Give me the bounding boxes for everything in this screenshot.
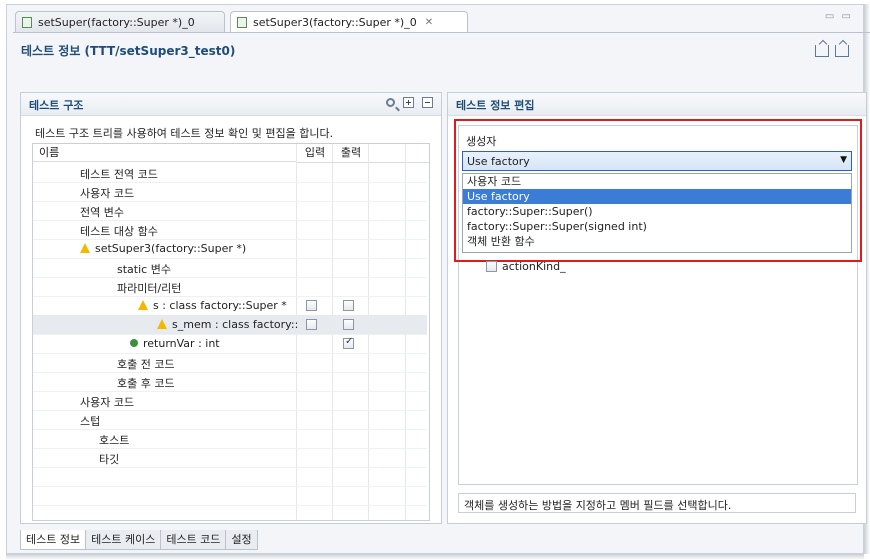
member-field-checkbox[interactable] [486,261,497,272]
tree-row[interactable]: 호출 전 코드 [33,353,427,373]
dropdown-option[interactable]: 사용자 코드 [463,174,851,189]
tab-test-code[interactable]: 테스트 코드 [160,530,227,550]
return-value-icon [130,339,138,347]
file-icon [22,17,32,28]
test-structure-tree: 이름 입력 출력 테스트 전역 코드 사용자 코드 전역 변수 테스트 대상 함… [32,143,430,521]
column-header-output[interactable]: 출력 [333,144,369,163]
tab-divider [13,32,870,33]
tree-item-label: static 변수 [117,263,171,276]
input-checkbox[interactable] [306,319,317,330]
tree-row [33,486,427,506]
editor-tab-setsuper3[interactable]: setSuper3(factory::Super *)_0 ✕ [230,11,468,33]
tree-item-label: 호스트 [99,434,130,447]
tab-label: setSuper(factory::Super *)_0 [38,16,195,29]
window-shadow-bottom [6,554,864,560]
tree-row[interactable]: s : class factory::Super * [33,296,427,316]
output-checkbox[interactable] [343,300,354,311]
tree-item-label: 테스트 대상 함수 [80,225,158,238]
tree-item: s_mem : class factory:: [157,318,298,331]
close-icon[interactable]: ✕ [425,17,433,28]
tree-row[interactable]: 전역 변수 [33,201,427,221]
tree-item: s : class factory::Super * [138,299,287,312]
tree-item-label: 스텁 [80,415,101,428]
dropdown-option[interactable]: 객체 반환 함수 [463,234,851,249]
dropdown-option-selected[interactable]: Use factory [463,189,851,204]
tree-row[interactable]: 사용자 코드 [33,391,427,411]
column-header-name[interactable]: 이름 [33,144,297,162]
tree-item-label: 전역 변수 [80,206,124,219]
tab-label: setSuper3(factory::Super *)_0 [253,16,417,29]
dropdown-option[interactable]: factory::Super::Super() [463,204,851,219]
collapse-all-icon[interactable] [422,97,433,108]
select-value: Use factory [467,155,530,168]
tree-row [33,467,427,487]
export-icon[interactable] [815,45,829,57]
tree-item-label: 파라미터/리턴 [117,282,182,295]
page-title: 테스트 정보 (TTT/setSuper3_test0) [21,44,236,58]
tree-row[interactable]: returnVar : int [33,334,427,354]
panel-header: 테스트 정보 편집 [448,93,866,116]
generator-label: 생성자 [466,135,497,148]
tree-item-label: 호출 후 코드 [117,377,175,390]
dropdown-option[interactable]: factory::Super::Super(signed int) [463,219,851,234]
member-field-item[interactable]: actionKind_ [486,260,566,273]
tree-row[interactable]: static 변수 [33,258,427,278]
tree-item: setSuper3(factory::Super *) [80,242,246,255]
column-header-empty [369,144,429,163]
tree-row[interactable]: 호스트 [33,429,427,449]
column-header-input[interactable]: 입력 [297,144,333,163]
tree-item-label: returnVar : int [143,337,220,350]
tree-item: returnVar : int [130,337,220,350]
panel-toolbar [386,97,433,108]
warning-icon [80,243,90,253]
member-field-label: actionKind_ [502,260,566,273]
chevron-down-icon[interactable]: ▼ [840,155,847,165]
tree-row[interactable]: 테스트 전역 코드 [33,163,427,183]
tree-item-label: 사용자 코드 [80,396,135,409]
panel-title: 테스트 정보 편집 [456,99,535,112]
editor-tab-setsuper[interactable]: setSuper(factory::Super *)_0 [15,11,225,33]
tree-item-label: s : class factory::Super * [153,299,287,312]
panel-description: 테스트 구조 트리를 사용하여 테스트 정보 확인 및 편집을 합니다. [35,127,334,140]
bottom-tab-bar: 테스트 정보 테스트 케이스 테스트 코드 설정 [20,530,258,550]
tree-item-label: 호출 전 코드 [117,358,175,371]
tree-row[interactable]: 스텁 [33,410,427,430]
panel-header: 테스트 구조 [21,93,441,116]
tree-row[interactable]: 사용자 코드 [33,182,427,202]
tree-item-label: 사용자 코드 [80,187,135,200]
search-icon[interactable] [386,98,395,107]
tree-item-label: s_mem : class factory:: [172,318,299,331]
tab-test-case[interactable]: 테스트 케이스 [85,530,162,550]
warning-icon [138,300,148,310]
tree-row[interactable]: 호출 후 코드 [33,372,427,392]
tab-settings[interactable]: 설정 [225,530,258,550]
header-toolbar [815,45,849,57]
test-structure-panel: 테스트 구조 테스트 구조 트리를 사용하여 테스트 정보 확인 및 편집을 합… [20,92,442,524]
file-icon [237,17,247,28]
generator-dropdown-list: 사용자 코드 Use factory factory::Super::Super… [462,173,852,253]
generator-select[interactable]: Use factory ▼ [462,151,852,171]
tab-test-info[interactable]: 테스트 정보 [20,530,87,550]
output-checkbox[interactable] [343,319,354,330]
panel-title: 테스트 구조 [29,99,84,112]
tree-row[interactable]: 파라미터/리턴 [33,277,427,297]
test-info-edit-panel: 테스트 정보 편집 생성자 Use factory ▼ 사용자 코드 Use f… [447,92,867,524]
warning-icon [157,319,167,329]
tree-row-selected[interactable]: s_mem : class factory:: [33,315,427,335]
input-checkbox[interactable] [306,300,317,311]
tree-item-label: setSuper3(factory::Super *) [95,242,247,255]
tree-row[interactable]: 테스트 대상 함수 [33,220,427,240]
expand-all-icon[interactable] [403,97,414,108]
hint-text: 객체를 생성하는 방법을 지정하고 멤버 필드를 선택합니다. [458,493,856,513]
output-checkbox[interactable] [343,336,354,349]
tree-item-label: 타깃 [99,453,120,466]
import-icon[interactable] [835,45,849,57]
tree-row[interactable]: setSuper3(factory::Super *) [33,239,427,259]
window-controls[interactable]: ▭ ▭ [825,11,853,22]
tree-item-label: 테스트 전역 코드 [80,168,158,181]
tree-row[interactable]: 타깃 [33,448,427,468]
